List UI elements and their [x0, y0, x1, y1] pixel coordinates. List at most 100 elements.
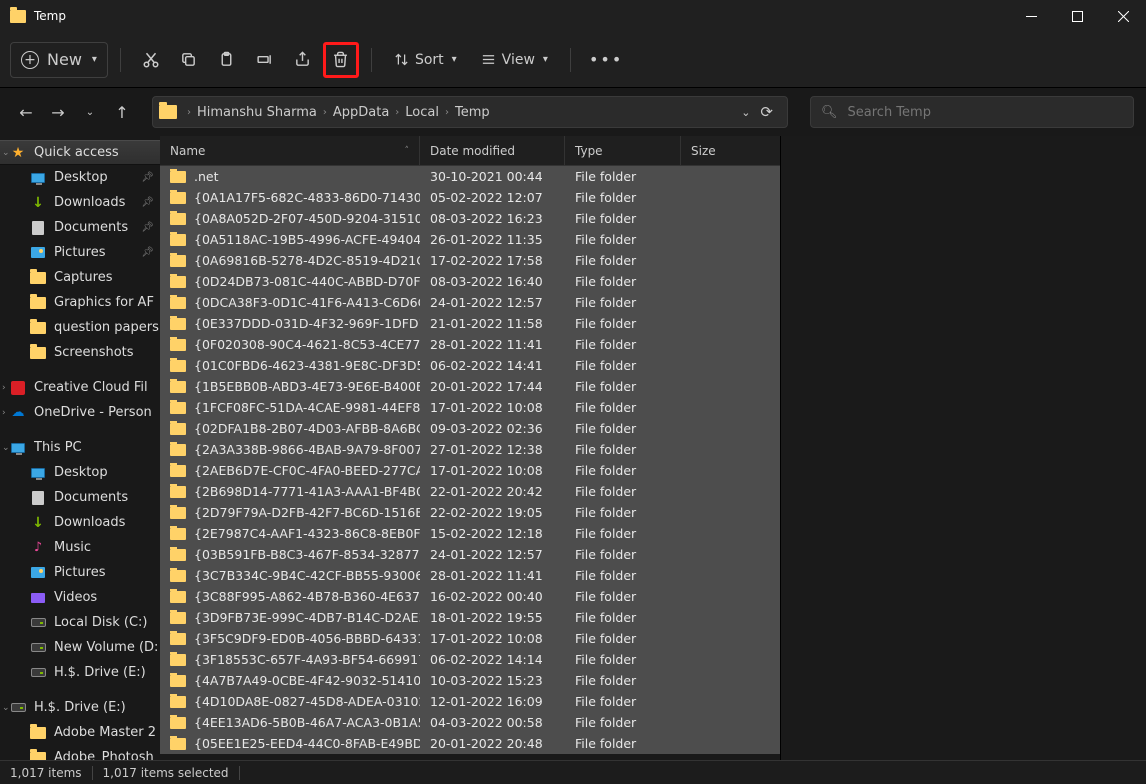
sidebar-item-label: Creative Cloud Fil: [34, 380, 148, 395]
status-item-count: 1,017 items: [10, 766, 82, 780]
table-row[interactable]: {1FCF08FC-51DA-4CAE-9981-44EF8DCA5... 17…: [160, 397, 780, 418]
folder-icon: [170, 738, 186, 750]
table-row[interactable]: .net 30-10-2021 00:44 File folder: [160, 166, 780, 187]
table-row[interactable]: {3F5C9DF9-ED0B-4056-BBBD-64331725E3... 1…: [160, 628, 780, 649]
table-row[interactable]: {01C0FBD6-4623-4381-9E8C-DF3D5ABF8... 06…: [160, 355, 780, 376]
sidebar-item[interactable]: Desktop 📌︎: [0, 165, 160, 190]
table-row[interactable]: {0E337DDD-031D-4F32-969F-1DFD189964... 2…: [160, 313, 780, 334]
view-button[interactable]: View ▾: [471, 42, 558, 78]
maximize-button[interactable]: [1054, 0, 1100, 32]
drive-icon: [10, 700, 26, 716]
minimize-button[interactable]: [1008, 0, 1054, 32]
sidebar-item-label: Videos: [54, 590, 97, 605]
sort-button[interactable]: Sort ▾: [384, 42, 467, 78]
breadcrumb[interactable]: › Himanshu Sharma › AppData › Local › Te…: [152, 96, 788, 128]
chevron-down-icon[interactable]: ⌄: [2, 443, 10, 453]
sidebar-item[interactable]: Desktop: [0, 460, 160, 485]
table-row[interactable]: {0A1A17F5-682C-4833-86D0-71430E31EF... 0…: [160, 187, 780, 208]
table-row[interactable]: {3D9FB73E-999C-4DB7-B14C-D2AE3FC7A... 18…: [160, 607, 780, 628]
sidebar-item[interactable]: ↓ Downloads: [0, 510, 160, 535]
table-row[interactable]: {0A8A052D-2F07-450D-9204-31510C4DA... 08…: [160, 208, 780, 229]
sidebar-ext-drive[interactable]: ⌄ H.$. Drive (E:): [0, 695, 160, 720]
table-row[interactable]: {4A7B7A49-0CBE-4F42-9032-5141008D4D... 1…: [160, 670, 780, 691]
copy-button[interactable]: [171, 42, 207, 78]
sidebar-item[interactable]: Pictures: [0, 560, 160, 585]
chevron-right-icon[interactable]: ›: [323, 107, 327, 118]
close-button[interactable]: [1100, 0, 1146, 32]
delete-button[interactable]: [323, 42, 359, 78]
table-row[interactable]: {05EE1E25-EED4-44C0-8FAB-E49BD39420... 2…: [160, 733, 780, 754]
breadcrumb-segment[interactable]: AppData: [333, 105, 389, 120]
refresh-button[interactable]: ⟳: [760, 103, 773, 121]
forward-button[interactable]: →: [44, 98, 72, 126]
sidebar-quick-access[interactable]: ⌄ ★ Quick access: [0, 140, 160, 165]
chevron-right-icon[interactable]: ›: [395, 107, 399, 118]
up-button[interactable]: ↑: [108, 98, 136, 126]
breadcrumb-segment[interactable]: Local: [405, 105, 439, 120]
sidebar-item[interactable]: › ☁ OneDrive - Person: [0, 400, 160, 425]
sidebar-this-pc[interactable]: ⌄ This PC: [0, 435, 160, 460]
table-row[interactable]: {2B698D14-7771-41A3-AAA1-BF4B08CA0... 22…: [160, 481, 780, 502]
table-row[interactable]: {4D10DA8E-0827-45D8-ADEA-03102DC2... 12-…: [160, 691, 780, 712]
table-row[interactable]: {1B5EBB0B-ABD3-4E73-9E6E-B400B45B1... 20…: [160, 376, 780, 397]
sidebar-item[interactable]: question papers: [0, 315, 160, 340]
column-header-name[interactable]: Name˄: [160, 136, 420, 165]
sidebar-item[interactable]: › Creative Cloud Fil: [0, 375, 160, 400]
table-row[interactable]: {2E7987C4-AAF1-4323-86C8-8EB0F92F23... 1…: [160, 523, 780, 544]
chevron-right-icon[interactable]: ›: [445, 107, 449, 118]
table-row[interactable]: {0F020308-90C4-4621-8C53-4CE7775A6A... 2…: [160, 334, 780, 355]
sidebar-item[interactable]: Adobe Master 2: [0, 720, 160, 745]
table-row[interactable]: {3F18553C-657F-4A93-BF54-66991780AE6... …: [160, 649, 780, 670]
sidebar-item[interactable]: Captures: [0, 265, 160, 290]
sidebar-item[interactable]: Videos: [0, 585, 160, 610]
table-row[interactable]: {3C7B334C-9B4C-42CF-BB55-93006E3E9... 28…: [160, 565, 780, 586]
share-button[interactable]: [285, 42, 321, 78]
sidebar-item[interactable]: H.$. Drive (E:): [0, 660, 160, 685]
sidebar[interactable]: ⌄ ★ Quick access Desktop 📌︎ ↓ Downloads …: [0, 136, 160, 760]
table-row[interactable]: {3C88F995-A862-4B78-B360-4E6374D143... 1…: [160, 586, 780, 607]
table-row[interactable]: {03B591FB-B8C3-467F-8534-328774E9BD... 2…: [160, 544, 780, 565]
recent-locations-button[interactable]: ⌄: [76, 98, 104, 126]
table-row[interactable]: {2AEB6D7E-CF0C-4FA0-BEED-277CAC5E3... 17…: [160, 460, 780, 481]
chevron-right-icon[interactable]: ›: [2, 383, 6, 393]
paste-button[interactable]: [209, 42, 245, 78]
table-row[interactable]: {0A5118AC-19B5-4996-ACFE-4940439D9... 26…: [160, 229, 780, 250]
file-rows[interactable]: .net 30-10-2021 00:44 File folder {0A1A1…: [160, 166, 780, 760]
sidebar-item[interactable]: Documents 📌︎: [0, 215, 160, 240]
file-name: {0D24DB73-081C-440C-ABBD-D70FC2371...: [194, 274, 420, 289]
chevron-down-icon[interactable]: ⌄: [2, 703, 10, 713]
sidebar-item[interactable]: Documents: [0, 485, 160, 510]
table-row[interactable]: {0D24DB73-081C-440C-ABBD-D70FC2371... 08…: [160, 271, 780, 292]
sidebar-item[interactable]: ↓ Downloads 📌︎: [0, 190, 160, 215]
file-type: File folder: [565, 547, 681, 562]
breadcrumb-segment[interactable]: Temp: [455, 105, 490, 120]
search-input[interactable]: [848, 105, 1123, 120]
chevron-right-icon[interactable]: ›: [187, 107, 191, 118]
chevron-down-icon[interactable]: ⌄: [2, 148, 10, 158]
back-button[interactable]: ←: [12, 98, 40, 126]
new-button[interactable]: + New ▾: [10, 42, 108, 78]
chevron-down-icon[interactable]: ⌄: [741, 106, 750, 119]
sidebar-item[interactable]: Graphics for AF: [0, 290, 160, 315]
rename-button[interactable]: [247, 42, 283, 78]
search-box[interactable]: 🔍︎: [810, 96, 1134, 128]
more-button[interactable]: •••: [583, 42, 629, 78]
sidebar-item[interactable]: Adobe_Photosh: [0, 745, 160, 760]
column-header-size[interactable]: Size: [681, 136, 761, 165]
table-row[interactable]: {0DCA38F3-0D1C-41F6-A413-C6D6CFB4... 24-…: [160, 292, 780, 313]
cut-button[interactable]: [133, 42, 169, 78]
table-row[interactable]: {02DFA1B8-2B07-4D03-AFBB-8A6BC7C0... 09-…: [160, 418, 780, 439]
table-row[interactable]: {4EE13AD6-5B0B-46A7-ACA3-0B1A55237... 04…: [160, 712, 780, 733]
column-header-type[interactable]: Type: [565, 136, 681, 165]
sidebar-item[interactable]: Screenshots: [0, 340, 160, 365]
sidebar-item[interactable]: Local Disk (C:): [0, 610, 160, 635]
sidebar-item[interactable]: Pictures 📌︎: [0, 240, 160, 265]
table-row[interactable]: {2A3A338B-9866-4BAB-9A79-8F007CBD8... 27…: [160, 439, 780, 460]
sidebar-item[interactable]: New Volume (D:: [0, 635, 160, 660]
table-row[interactable]: {2D79F79A-D2FB-42F7-BC6D-1516B6710... 22…: [160, 502, 780, 523]
table-row[interactable]: {0A69816B-5278-4D2C-8519-4D21C5646B... 1…: [160, 250, 780, 271]
sidebar-item[interactable]: ♪ Music: [0, 535, 160, 560]
breadcrumb-segment[interactable]: Himanshu Sharma: [197, 105, 317, 120]
chevron-right-icon[interactable]: ›: [2, 408, 6, 418]
column-header-date[interactable]: Date modified: [420, 136, 565, 165]
